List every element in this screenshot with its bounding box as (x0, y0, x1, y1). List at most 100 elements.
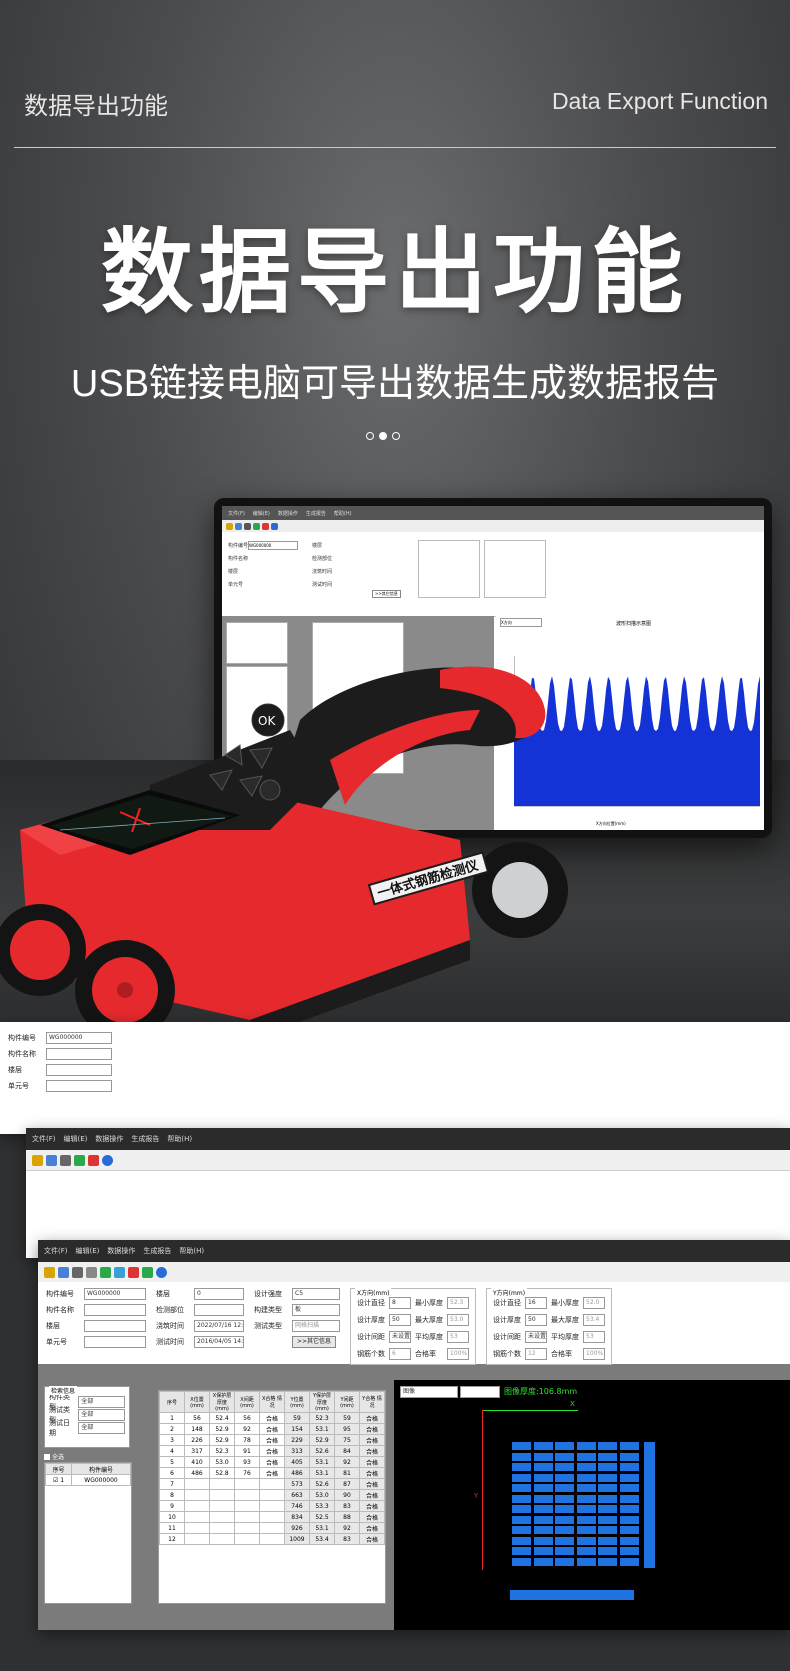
filter-date-select[interactable]: 全部 (78, 1421, 125, 1434)
table-row[interactable]: 4 317 52.3 91 合格 313 52.6 84 合格 (159, 1445, 385, 1457)
filter-member-type-select[interactable]: 全部 (78, 1395, 125, 1408)
menu-file[interactable]: 文件(F) (44, 1246, 68, 1256)
delete-icon[interactable] (88, 1154, 99, 1166)
info-icon[interactable] (102, 1154, 113, 1166)
front-form-col2: 楼层 0 检测部位 浇筑时间 2022/07/16 12:17:10 测试时间 201… (156, 1287, 244, 1365)
export-icon[interactable] (74, 1154, 85, 1166)
data-table: 序号 X位置 (mm) X保护层 厚度(mm) X间距 (mm) X合格 情况 Y位置 (… (159, 1391, 385, 1545)
x-value-input[interactable]: 50 (389, 1314, 411, 1326)
menu-report[interactable]: 生成报告 (306, 510, 326, 517)
member-name-input[interactable] (84, 1303, 146, 1316)
menu-edit[interactable]: 编辑(E) (253, 510, 270, 517)
member-type-select[interactable]: 板 (292, 1303, 340, 1316)
member-id-input[interactable]: WG000000 (248, 541, 298, 550)
open-icon[interactable] (226, 522, 233, 530)
menu-edit[interactable]: 编辑(E) (64, 1134, 88, 1144)
open-icon[interactable] (44, 1266, 55, 1278)
table-row[interactable]: 1 56 52.4 56 合格 59 52.3 59 合格 (159, 1412, 385, 1424)
delete-icon[interactable] (128, 1266, 139, 1278)
table-row[interactable]: 3 226 52.9 78 合格 229 52.9 75 合格 (159, 1434, 385, 1446)
menu-help[interactable]: 帮助(H) (334, 510, 352, 517)
toolbar-front (38, 1262, 790, 1283)
table-cell: 合格 (259, 1445, 285, 1457)
report-icon[interactable] (114, 1266, 125, 1278)
filter-panel: 检索信息 构件类型 全部 测试类型 全部 测试日期 全部 (44, 1386, 130, 1448)
carousel-dot[interactable] (366, 432, 374, 440)
y-value: 53 (583, 1331, 605, 1343)
test-type-select[interactable]: 网格扫描 (292, 1319, 340, 1332)
y-value-input[interactable]: 50 (525, 1314, 547, 1326)
export-icon[interactable] (100, 1266, 111, 1278)
check-icon[interactable] (72, 1266, 83, 1278)
export-icon[interactable] (253, 522, 260, 530)
menu-data[interactable]: 数据操作 (107, 1246, 135, 1256)
menu-help[interactable]: 帮助(H) (179, 1246, 204, 1256)
unit-input[interactable] (84, 1335, 146, 1348)
test-time-input[interactable]: 2016/04/05 14:58:34 (194, 1335, 244, 1348)
back-row-member-id: 构件编号 WG000000 (8, 1031, 112, 1044)
member-name-input[interactable] (46, 1047, 112, 1060)
print-icon[interactable] (86, 1266, 97, 1278)
menu-edit[interactable]: 编辑(E) (76, 1246, 100, 1256)
front-form: 构件编号 WG000000 构件名称 楼层 单元号 楼层 0 检测部位 浇筑时间 20… (38, 1282, 790, 1371)
filter-test-type-select[interactable]: 全部 (78, 1408, 125, 1421)
floor-input[interactable]: 0 (194, 1287, 244, 1300)
select-all-checkbox[interactable] (44, 1453, 50, 1460)
menu-file[interactable]: 文件(F) (32, 1134, 56, 1144)
table-cell: 8 (159, 1489, 185, 1501)
menu-help[interactable]: 帮助(H) (167, 1134, 192, 1144)
floor-name-input[interactable] (84, 1319, 146, 1332)
menu-report[interactable]: 生成报告 (143, 1246, 171, 1256)
table-cell: 9 (159, 1500, 185, 1512)
delete-icon[interactable] (262, 522, 269, 530)
menu-data[interactable]: 数据操作 (278, 510, 298, 517)
refresh-icon[interactable] (142, 1266, 153, 1278)
unit-input[interactable] (46, 1079, 112, 1092)
menu-file[interactable]: 文件(F) (228, 510, 245, 517)
table-row[interactable]: 8 663 53.0 90 合格 (159, 1489, 385, 1501)
member-id-input[interactable]: WG000000 (46, 1031, 112, 1044)
row-unit: 单元号 (46, 1335, 146, 1348)
power-button[interactable] (259, 779, 281, 801)
wave-mode-select[interactable]: X方向 (500, 618, 542, 627)
table-row[interactable]: 12 1009 53.4 83 合格 (159, 1533, 385, 1545)
y-value-input[interactable]: 未设置 (525, 1331, 547, 1343)
save-icon[interactable] (46, 1154, 57, 1166)
table-row[interactable]: 9 746 53.3 83 合格 (159, 1500, 385, 1512)
table-row[interactable]: 10 834 52.5 88 合格 (159, 1511, 385, 1523)
table-cell: 92 (234, 1423, 260, 1435)
table-cell: 5 (159, 1456, 185, 1468)
x-value-input[interactable]: 未设置 (389, 1331, 411, 1343)
table-row[interactable]: 2 148 52.9 92 合格 154 53.1 95 合格 (159, 1423, 385, 1435)
table-row[interactable]: 11 926 53.1 92 合格 (159, 1522, 385, 1534)
image-slider[interactable] (460, 1386, 500, 1398)
image-mode-select[interactable]: 图像 (400, 1386, 458, 1398)
design-strength-select[interactable]: C5 (292, 1287, 340, 1300)
info-icon[interactable] (271, 522, 278, 530)
table-row[interactable]: 6 486 52.8 76 合格 486 53.1 81 合格 (159, 1467, 385, 1479)
other-info-button[interactable]: >>其它信息 (292, 1335, 337, 1348)
floor-input[interactable] (46, 1063, 112, 1076)
carousel-dot[interactable] (392, 432, 400, 440)
y-value-input[interactable]: 16 (525, 1297, 547, 1309)
check-icon[interactable] (60, 1154, 71, 1166)
grid-y-label: Y (474, 1492, 479, 1500)
save-icon[interactable] (58, 1266, 69, 1278)
menu-data[interactable]: 数据操作 (95, 1134, 123, 1144)
list-item[interactable]: ☑ 1 WG000000 (44, 1474, 131, 1486)
wave-xlabel: X方向位置(mm) (596, 821, 626, 826)
table-header-row: 序号 X位置 (mm) X保护层 厚度(mm) X间距 (mm) X合格 情况 Y位置 (… (159, 1391, 385, 1413)
carousel-dot-active[interactable] (379, 432, 387, 440)
pour-time-input[interactable]: 2022/07/16 12:17:10 (194, 1319, 244, 1332)
check-part-input[interactable] (194, 1303, 244, 1316)
check-icon[interactable] (244, 522, 251, 530)
table-row[interactable]: 7 573 52.6 87 合格 (159, 1478, 385, 1490)
other-info-button[interactable]: >>其它信息 (372, 590, 401, 598)
save-icon[interactable] (235, 522, 242, 530)
info-icon[interactable] (156, 1266, 167, 1278)
menu-report[interactable]: 生成报告 (131, 1134, 159, 1144)
x-value-input[interactable]: 8 (389, 1297, 411, 1309)
open-icon[interactable] (32, 1154, 43, 1166)
table-row[interactable]: 5 410 53.0 93 合格 405 53.1 92 合格 (159, 1456, 385, 1468)
member-id-input[interactable]: WG000000 (84, 1287, 146, 1300)
